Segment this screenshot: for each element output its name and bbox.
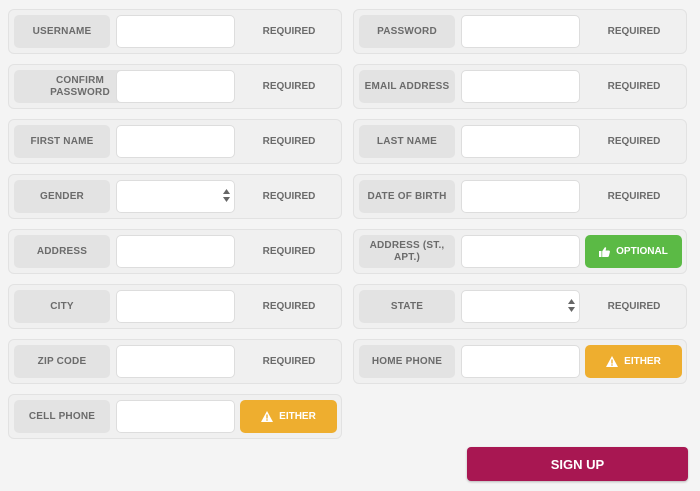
email-label: EMAIL ADDRESS xyxy=(359,70,455,103)
state-field-group: STATE REQUIRED xyxy=(353,284,687,329)
state-label: STATE xyxy=(359,290,455,323)
last-name-label: LAST NAME xyxy=(359,125,455,158)
dob-label: DATE OF BIRTH xyxy=(359,180,455,213)
first-name-label: FIRST NAME xyxy=(14,125,110,158)
city-status: REQUIRED xyxy=(262,301,316,312)
zip-label: ZIP CODE xyxy=(14,345,110,378)
state-select[interactable] xyxy=(461,290,580,323)
first-name-input[interactable] xyxy=(116,125,235,158)
thumbs-up-icon xyxy=(599,246,611,257)
email-status: REQUIRED xyxy=(607,81,661,92)
cell-phone-field-group: CELL PHONE EITHER xyxy=(8,394,342,439)
state-status: REQUIRED xyxy=(607,301,661,312)
city-label: CITY xyxy=(14,290,110,323)
username-input[interactable] xyxy=(116,15,235,48)
address2-field-group: ADDRESS (ST., APT.) OPTIONAL xyxy=(353,229,687,274)
city-field-group: CITY REQUIRED xyxy=(8,284,342,329)
confirm-password-input[interactable] xyxy=(116,70,235,103)
dob-field-group: DATE OF BIRTH REQUIRED xyxy=(353,174,687,219)
first-name-field-group: FIRST NAME REQUIRED xyxy=(8,119,342,164)
zip-field-group: ZIP CODE REQUIRED xyxy=(8,339,342,384)
either-badge: EITHER xyxy=(240,400,337,433)
city-input[interactable] xyxy=(116,290,235,323)
cell-phone-status: EITHER xyxy=(279,411,316,422)
optional-status: OPTIONAL xyxy=(616,246,668,257)
zip-input[interactable] xyxy=(116,345,235,378)
password-field-group: PASSWORD REQUIRED xyxy=(353,9,687,54)
username-field-group: USERNAME REQUIRED xyxy=(8,9,342,54)
email-field-group: EMAIL ADDRESS REQUIRED xyxy=(353,64,687,109)
password-status: REQUIRED xyxy=(607,26,661,37)
cell-phone-input[interactable] xyxy=(116,400,235,433)
either-badge: EITHER xyxy=(585,345,682,378)
home-phone-field-group: HOME PHONE EITHER xyxy=(353,339,687,384)
dob-status: REQUIRED xyxy=(607,191,661,202)
address-input[interactable] xyxy=(116,235,235,268)
address2-label: ADDRESS (ST., APT.) xyxy=(359,235,455,268)
password-input[interactable] xyxy=(461,15,580,48)
username-label: USERNAME xyxy=(14,15,110,48)
confirm-password-field-group: CONFIRM PASSWORD REQUIRED xyxy=(8,64,342,109)
gender-select[interactable] xyxy=(116,180,235,213)
last-name-field-group: LAST NAME REQUIRED xyxy=(353,119,687,164)
warning-icon xyxy=(261,411,274,422)
address-label: ADDRESS xyxy=(14,235,110,268)
optional-badge: OPTIONAL xyxy=(585,235,682,268)
username-status: REQUIRED xyxy=(262,26,316,37)
gender-field-group: GENDER REQUIRED xyxy=(8,174,342,219)
confirm-password-status: REQUIRED xyxy=(262,81,316,92)
last-name-input[interactable] xyxy=(461,125,580,158)
home-phone-label: HOME PHONE xyxy=(359,345,455,378)
address-field-group: ADDRESS REQUIRED xyxy=(8,229,342,274)
address2-input[interactable] xyxy=(461,235,580,268)
warning-icon xyxy=(606,356,619,367)
zip-status: REQUIRED xyxy=(262,356,316,367)
gender-label: GENDER xyxy=(14,180,110,213)
email-input[interactable] xyxy=(461,70,580,103)
sign-up-button[interactable]: SIGN UP xyxy=(467,447,688,481)
up-down-arrows-icon xyxy=(223,189,230,202)
last-name-status: REQUIRED xyxy=(607,136,661,147)
address-status: REQUIRED xyxy=(262,246,316,257)
password-label: PASSWORD xyxy=(359,15,455,48)
home-phone-status: EITHER xyxy=(624,356,661,367)
home-phone-input[interactable] xyxy=(461,345,580,378)
first-name-status: REQUIRED xyxy=(262,136,316,147)
cell-phone-label: CELL PHONE xyxy=(14,400,110,433)
up-down-arrows-icon xyxy=(568,299,575,312)
dob-input[interactable] xyxy=(461,180,580,213)
gender-status: REQUIRED xyxy=(262,191,316,202)
